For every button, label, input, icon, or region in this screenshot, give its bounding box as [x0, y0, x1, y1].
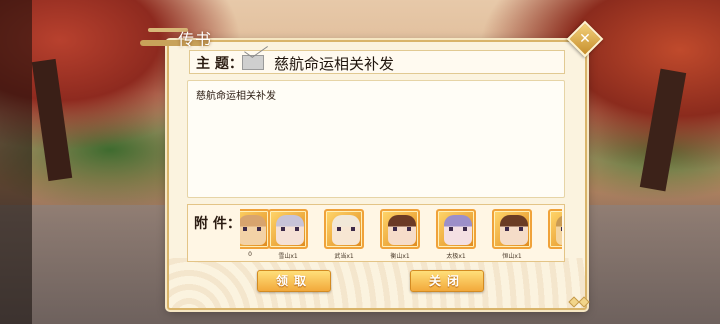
attachment-count: 武当x1 [334, 253, 354, 260]
attachment-item[interactable]: 恒山x1 [490, 209, 534, 261]
portrait-eyes [243, 227, 261, 231]
attachments-label: 附 件： [194, 216, 241, 232]
left-edge-shade [0, 0, 32, 324]
attachment-item[interactable]: 武当x1 [322, 209, 366, 261]
portrait-eyes [393, 227, 411, 231]
attachment-item[interactable]: 衡山x1 [378, 209, 422, 261]
message-body: 慈航命运相关补发 [187, 80, 565, 198]
portrait-eyes [561, 227, 562, 231]
subject-label: 主 题： [196, 56, 243, 72]
attachment-count: 恒山x1 [502, 253, 522, 260]
portrait-eyes [505, 227, 523, 231]
claim-button[interactable]: 领取 [257, 270, 331, 292]
maple-tree-right [639, 68, 687, 192]
mail-icon [242, 55, 264, 70]
attachment-count: 衡山x1 [390, 253, 410, 260]
character-card [324, 209, 364, 249]
corner-ornament [568, 296, 590, 308]
message-text: 慈航命运相关补发 [196, 91, 276, 102]
character-card [268, 209, 308, 249]
character-card [548, 209, 562, 249]
attachment-list[interactable]: 0 雪山x1 武当x1 衡山x1 太极x1 恒山x1 [240, 209, 562, 261]
close-button[interactable]: 关闭 [410, 270, 484, 292]
attachment-item[interactable]: 雪山x1 [266, 209, 310, 261]
character-card [492, 209, 532, 249]
character-card [436, 209, 476, 249]
maple-tree-left [31, 58, 73, 182]
subject-text: 慈航命运相关补发 [274, 55, 395, 73]
attachments-row: 附 件： 0 雪山x1 武当x1 衡山x1 太极x1 恒山x1 [187, 204, 565, 262]
attachment-item[interactable] [546, 209, 562, 261]
attachment-item[interactable]: 太极x1 [434, 209, 478, 261]
subject-row: 主 题： 慈航命运相关补发 [189, 50, 565, 74]
attachment-count: 太极x1 [446, 253, 466, 260]
portrait-eyes [449, 227, 467, 231]
portrait-eyes [281, 227, 299, 231]
attachment-count: 雪山x1 [278, 253, 298, 260]
window-title: 传书 [178, 30, 213, 49]
character-card [380, 209, 420, 249]
portrait-eyes [337, 227, 355, 231]
